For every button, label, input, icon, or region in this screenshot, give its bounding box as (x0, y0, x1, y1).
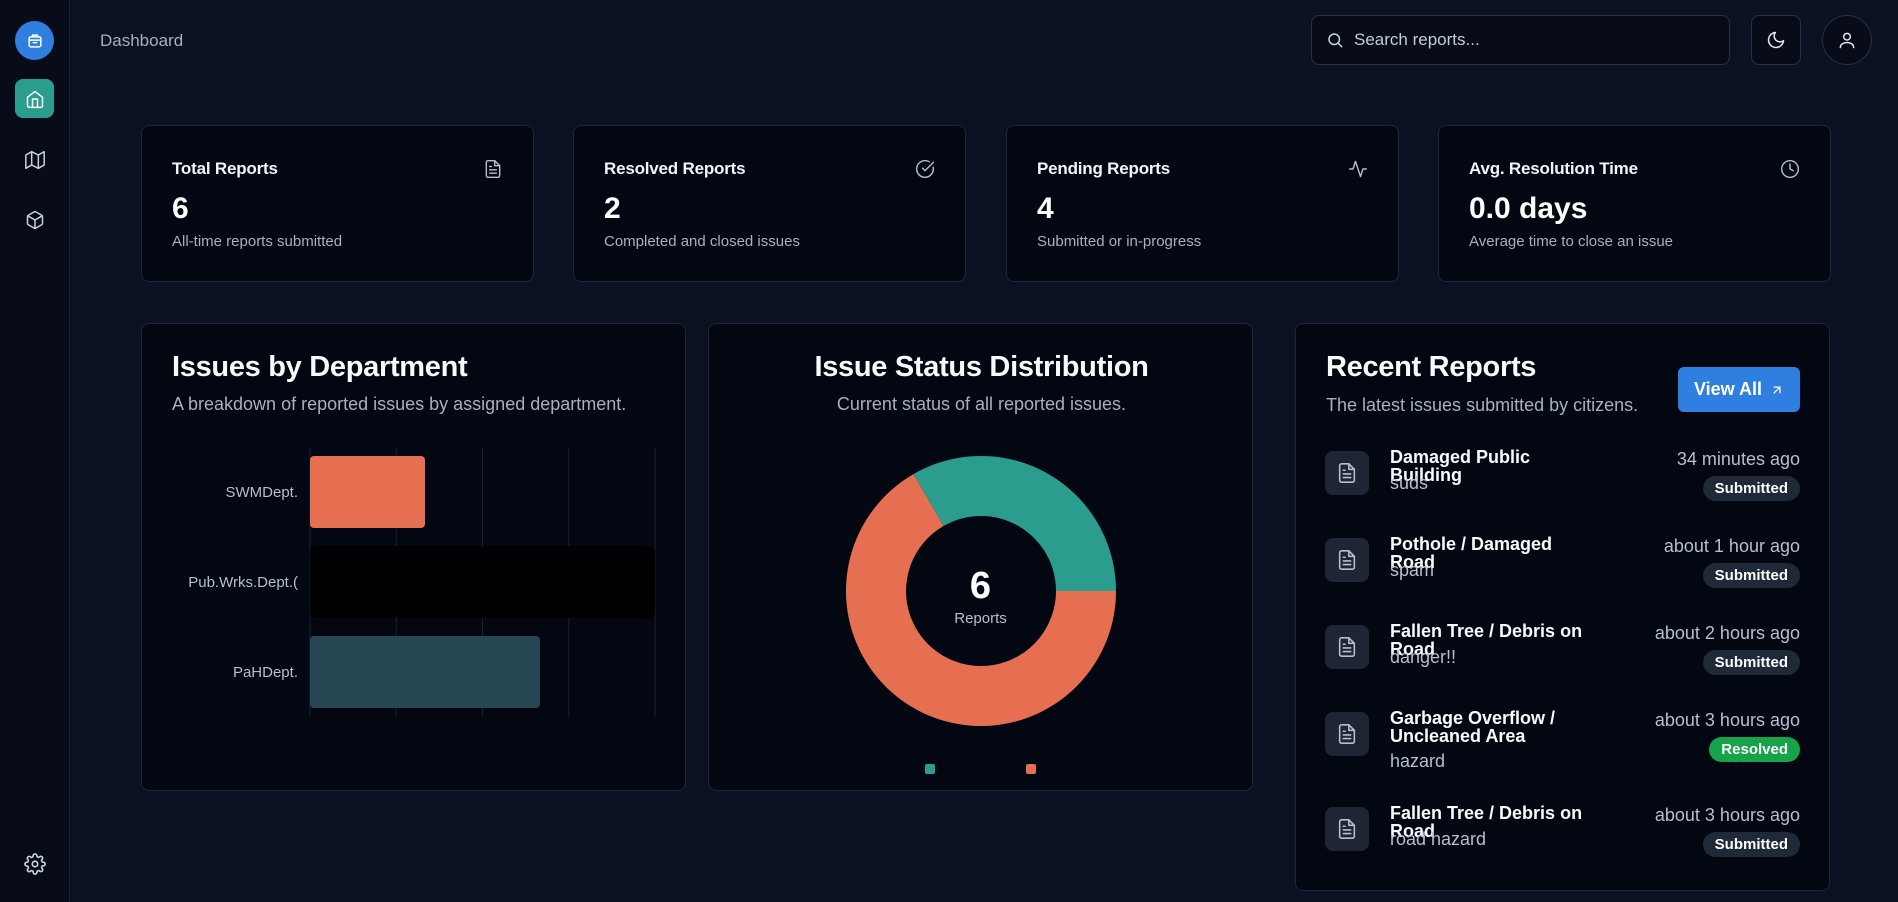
stat-description: Average time to close an issue (1469, 233, 1674, 250)
report-description: road hazard (1390, 829, 1487, 849)
moon-icon (1767, 31, 1785, 49)
theme-toggle-button[interactable] (1751, 15, 1801, 65)
issues-by-department-panel: Issues by Department A breakdown of repo… (141, 323, 686, 791)
report-description: spam (1390, 560, 1435, 580)
breadcrumb: Dashboard (100, 31, 184, 50)
report-time: about 2 hours ago (1654, 623, 1800, 643)
panel-subtitle: The latest issues submitted by citizens. (1326, 395, 1639, 415)
clock-icon (1780, 159, 1800, 179)
sidebar-item-home[interactable] (15, 79, 54, 118)
bar[interactable] (310, 636, 540, 708)
category-label: Pub.Wrks.Dept.( (188, 574, 298, 591)
stat-description: All-time reports submitted (172, 233, 343, 250)
gear-icon (24, 853, 46, 875)
package-icon (26, 210, 43, 229)
status-badge: Submitted (1702, 650, 1800, 675)
stat-title: Avg. Resolution Time (1469, 159, 1638, 178)
stat-description: Submitted or in-progress (1037, 233, 1202, 250)
user-menu-button[interactable] (1822, 15, 1872, 65)
map-icon (24, 150, 45, 169)
report-description: suds (1390, 473, 1429, 493)
stat-card-resolved-reports: Resolved Reports 2 Completed and closed … (573, 125, 966, 282)
report-time: 34 minutes ago (1676, 449, 1800, 469)
stat-card-avg-resolution-time: Avg. Resolution Time 0.0 days Average ti… (1438, 125, 1831, 282)
report-time: about 3 hours ago (1654, 710, 1800, 730)
report-list-item[interactable]: Damaged Public Building suds 34 minutes ag… (1325, 446, 1800, 516)
donut-center-value: 6 (969, 565, 992, 607)
stat-description: Completed and closed issues (604, 233, 800, 250)
home-icon (26, 90, 43, 108)
view-all-label: View All (1693, 379, 1763, 399)
department-bar-chart: SWMDept. Pub.Wrks.Dept.( PaHDept. (188, 447, 656, 717)
report-list-item[interactable]: Pothole / Damaged Road spam about 1 hour a… (1325, 533, 1800, 603)
status-donut-chart (846, 456, 1116, 726)
report-time: about 1 hour ago (1663, 536, 1800, 556)
legend-swatch[interactable] (925, 764, 935, 774)
category-label: PaHDept. (233, 664, 298, 681)
report-list-item[interactable]: Fallen Tree / Debris on Road road hazard a… (1325, 802, 1800, 872)
arrow-up-right-icon (1773, 385, 1781, 394)
bar[interactable] (310, 546, 655, 618)
donut-center-label: Reports (954, 610, 1007, 627)
view-all-button[interactable]: View All (1678, 367, 1800, 412)
stat-value: 2 (604, 192, 621, 225)
check-circle-icon (915, 159, 935, 179)
report-description: danger!! (1390, 647, 1457, 667)
bar[interactable] (310, 456, 425, 528)
stat-title: Pending Reports (1037, 159, 1171, 178)
file-text-icon (1325, 712, 1369, 756)
report-title: Garbage Overflow / Uncleaned Area (1390, 708, 1556, 746)
report-description: hazard (1390, 751, 1446, 771)
status-badge: Submitted (1702, 832, 1800, 857)
status-distribution-panel: Issue Status Distribution Current status… (708, 323, 1253, 791)
status-badge: Resolved (1709, 737, 1800, 762)
file-text-icon (1325, 625, 1369, 669)
legend-swatch[interactable] (1026, 764, 1036, 774)
status-badge: Submitted (1702, 476, 1800, 501)
stat-value: 6 (172, 192, 189, 225)
search-box[interactable] (1311, 15, 1730, 65)
sidebar-item-package[interactable] (15, 200, 54, 239)
stat-value: 4 (1037, 192, 1054, 225)
file-text-icon (1325, 807, 1369, 851)
sidebar (0, 0, 70, 902)
report-time: about 3 hours ago (1654, 805, 1800, 825)
status-badge: Submitted (1702, 563, 1800, 588)
report-list-item[interactable]: Garbage Overflow / Uncleaned Area hazard a… (1325, 707, 1800, 777)
activity-icon (1348, 159, 1368, 179)
search-icon (1328, 33, 1343, 48)
report-list-item[interactable]: Fallen Tree / Debris on Road danger!! abou… (1325, 620, 1800, 690)
sidebar-item-map[interactable] (15, 140, 54, 179)
stat-value: 0.0 days (1469, 192, 1588, 225)
stat-card-total-reports: Total Reports 6 All-time reports submitt… (141, 125, 534, 282)
search-input[interactable] (1354, 30, 1714, 50)
stat-title: Total Reports (172, 159, 278, 178)
file-text-icon (1325, 451, 1369, 495)
category-label: SWMDept. (225, 484, 298, 501)
panel-title: Recent Reports (1326, 351, 1537, 383)
settings-button[interactable] (21, 850, 49, 878)
file-text-icon (1325, 538, 1369, 582)
box-logo-icon[interactable] (15, 21, 54, 60)
stat-title: Resolved Reports (604, 159, 746, 178)
user-icon (1839, 32, 1855, 49)
file-text-icon (483, 159, 503, 179)
stat-card-pending-reports: Pending Reports 4 Submitted or in-progre… (1006, 125, 1399, 282)
